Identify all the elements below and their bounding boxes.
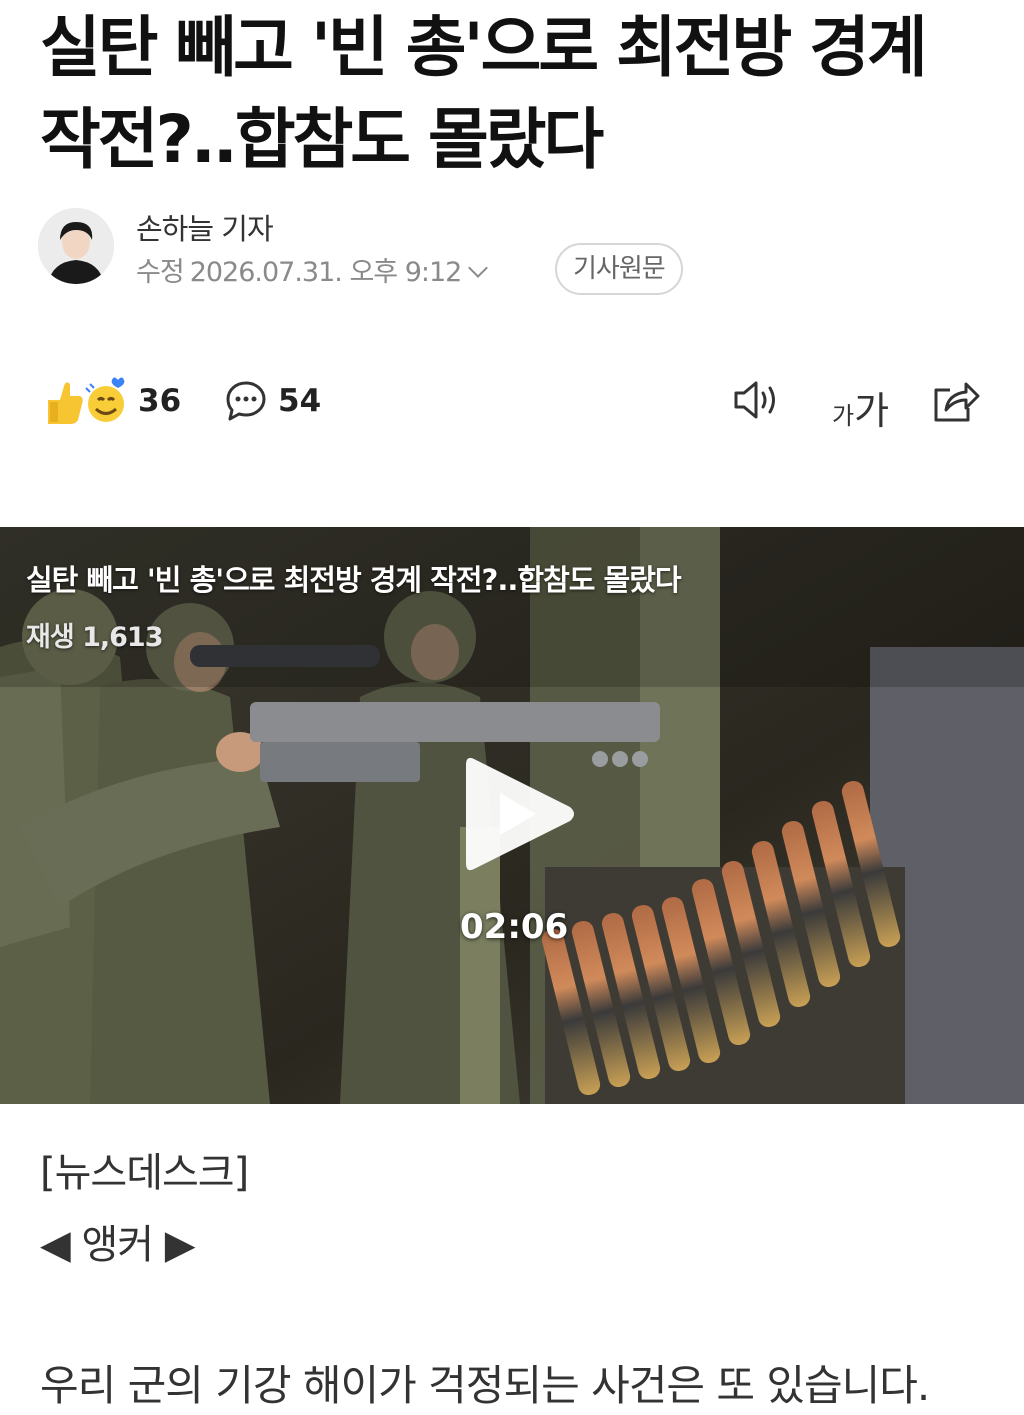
video-player[interactable]: 실탄 빼고 '빈 총'으로 최전방 경계 작전?..합참도 몰랐다 재생 1,6…: [0, 527, 1024, 1104]
updated-time: 2026.07.31. 오후 9:12: [189, 257, 463, 288]
author-avatar[interactable]: [38, 208, 114, 284]
comment-button[interactable]: 54: [224, 376, 321, 426]
speaker-icon: [734, 381, 775, 419]
updated-timestamp[interactable]: 수정 2026.07.31. 오후 9:12: [136, 250, 489, 289]
font-size-small-label: 가: [832, 402, 855, 430]
font-size-large-label: 가: [854, 389, 890, 433]
comment-count: 54: [278, 383, 322, 419]
reaction-button[interactable]: 36: [44, 376, 181, 426]
share-button[interactable]: [930, 378, 980, 428]
share-icon: [934, 382, 980, 422]
video-title: 실탄 빼고 '빈 총'으로 최전방 경계 작전?..합참도 몰랐다: [26, 563, 682, 597]
views-label: 재생: [26, 622, 75, 653]
listen-button[interactable]: [732, 378, 782, 426]
article-paragraph: 우리 군의 기강 해이가 걱정되는 사건은 또 있습니다.: [40, 1361, 930, 1410]
updated-label: 수정: [136, 257, 185, 288]
reaction-emoji-icon: [48, 377, 125, 424]
author-name[interactable]: 손하늘 기자: [136, 206, 274, 248]
video-view-count: 재생 1,613: [26, 615, 164, 654]
play-icon: [466, 757, 574, 871]
anchor-label: ◀ 앵커 ▶: [40, 1222, 196, 1268]
section-tag: [뉴스데스크]: [40, 1150, 249, 1196]
original-article-button[interactable]: 기사원문: [555, 243, 683, 295]
play-button[interactable]: [460, 749, 580, 879]
reaction-count: 36: [138, 383, 182, 419]
video-duration: 02:06: [460, 907, 569, 947]
chevron-down-icon[interactable]: [468, 258, 489, 278]
article-toolbar: 36 54 가가: [0, 370, 1024, 434]
article-headline: 실탄 빼고 '빈 총'으로 최전방 경계 작전?..합참도 몰랐다: [40, 9, 928, 178]
byline: 손하늘 기자 수정 2026.07.31. 오후 9:12 기사원문: [38, 206, 738, 295]
font-size-button[interactable]: 가가: [832, 380, 889, 435]
comment-icon: [226, 381, 266, 421]
views-value: 1,613: [82, 622, 163, 653]
